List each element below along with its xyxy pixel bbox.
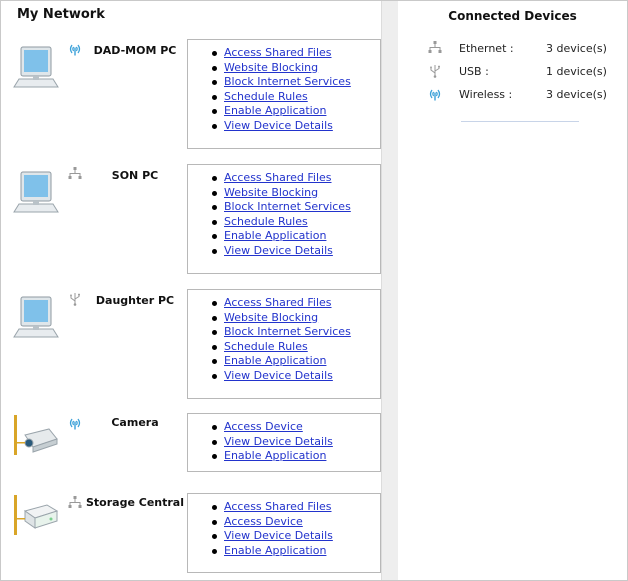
device-actions-list: Access Shared Files Website Blocking Block… (188, 290, 380, 384)
link-website-blocking[interactable]: Website Blocking (212, 186, 380, 201)
link-enable-application[interactable]: Enable Application (212, 449, 380, 464)
device-actions-box: Access Shared Files Website Blocking Block… (187, 164, 381, 274)
device-actions-box: Access Device View Device Details Enable A… (187, 413, 381, 472)
link-schedule-rules[interactable]: Schedule Rules (212, 90, 380, 105)
device-name: Camera (111, 416, 159, 429)
pc-icon (11, 168, 61, 214)
device-name: SON PC (111, 169, 159, 182)
my-network-panel: My Network DAD-MOM PC Access Shared Files… (1, 1, 382, 580)
ethernet-icon (428, 41, 442, 55)
panel-title: My Network (17, 7, 105, 22)
link-view-device-details[interactable]: View Device Details (212, 244, 380, 259)
link-block-internet-services[interactable]: Block Internet Services (212, 200, 380, 215)
connection-label: Ethernet : (459, 42, 514, 55)
connected-row: Ethernet : 3 device(s) (428, 41, 628, 57)
link-access-device[interactable]: Access Device (212, 515, 380, 530)
device-count: 1 device(s) (546, 65, 607, 78)
network-window: My Network DAD-MOM PC Access Shared Files… (0, 0, 628, 581)
link-website-blocking[interactable]: Website Blocking (212, 61, 380, 76)
usb-icon (68, 291, 82, 306)
link-access-device[interactable]: Access Device (212, 420, 380, 435)
link-website-blocking[interactable]: Website Blocking (212, 311, 380, 326)
ethernet-icon (68, 166, 82, 180)
usb-icon (428, 64, 442, 78)
pc-icon (11, 43, 61, 89)
ethernet-icon (68, 495, 82, 509)
link-enable-application[interactable]: Enable Application (212, 544, 380, 559)
divider (461, 121, 579, 122)
link-enable-application[interactable]: Enable Application (212, 229, 380, 244)
device-name: Daughter PC (95, 294, 175, 307)
camera-icon (11, 413, 61, 459)
device-count: 3 device(s) (546, 88, 607, 101)
device-actions-list: Access Shared Files Website Blocking Block… (188, 165, 380, 259)
link-access-shared-files[interactable]: Access Shared Files (212, 296, 380, 311)
link-schedule-rules[interactable]: Schedule Rules (212, 340, 380, 355)
link-access-shared-files[interactable]: Access Shared Files (212, 171, 380, 186)
link-schedule-rules[interactable]: Schedule Rules (212, 215, 380, 230)
link-enable-application[interactable]: Enable Application (212, 104, 380, 119)
link-view-device-details[interactable]: View Device Details (212, 119, 380, 134)
link-enable-application[interactable]: Enable Application (212, 354, 380, 369)
link-block-internet-services[interactable]: Block Internet Services (212, 75, 380, 90)
link-access-shared-files[interactable]: Access Shared Files (212, 46, 380, 61)
device-count: 3 device(s) (546, 42, 607, 55)
device-name: DAD-MOM PC (93, 44, 177, 57)
connection-label: USB : (459, 65, 489, 78)
link-block-internet-services[interactable]: Block Internet Services (212, 325, 380, 340)
storage-icon (11, 493, 61, 539)
device-actions-box: Access Shared Files Website Blocking Block… (187, 289, 381, 399)
device-actions-list: Access Shared Files Website Blocking Block… (188, 40, 380, 134)
wireless-icon (68, 41, 82, 56)
link-access-shared-files[interactable]: Access Shared Files (212, 500, 380, 515)
connected-row: USB : 1 device(s) (428, 64, 628, 80)
device-actions-list: Access Shared Files Access Device View Dev… (188, 494, 380, 558)
device-actions-list: Access Device View Device Details Enable A… (188, 414, 380, 464)
wireless-icon (68, 415, 82, 430)
device-actions-box: Access Shared Files Access Device View Dev… (187, 493, 381, 573)
device-name: Storage Central (86, 496, 184, 509)
connected-devices-title: Connected Devices (448, 9, 577, 23)
device-actions-box: Access Shared Files Website Blocking Block… (187, 39, 381, 149)
link-view-device-details[interactable]: View Device Details (212, 369, 380, 384)
link-view-device-details[interactable]: View Device Details (212, 435, 380, 450)
connection-label: Wireless : (459, 88, 513, 101)
connected-devices-panel: Connected Devices Ethernet : 3 device(s) U… (398, 1, 627, 580)
connected-row: Wireless : 3 device(s) (428, 87, 628, 103)
link-view-device-details[interactable]: View Device Details (212, 529, 380, 544)
wireless-icon (428, 87, 442, 101)
panel-separator (382, 1, 398, 580)
pc-icon (11, 293, 61, 339)
